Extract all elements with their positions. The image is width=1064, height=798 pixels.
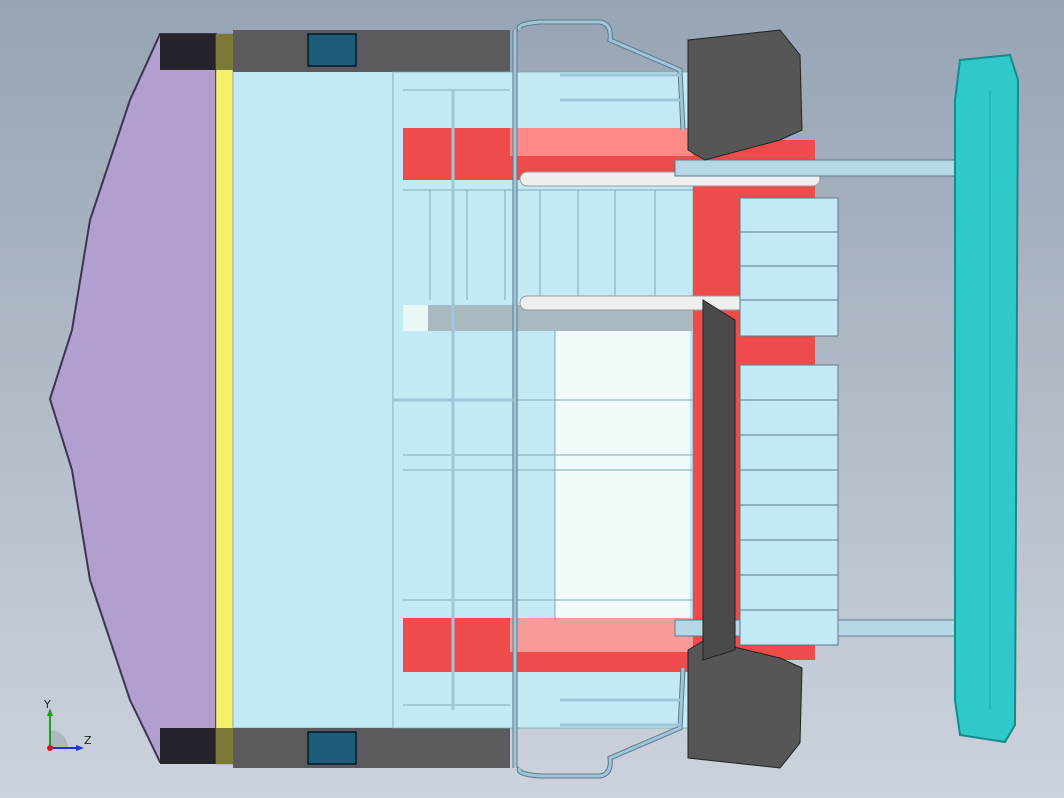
bottom-window — [307, 731, 357, 765]
z-axis-arrow — [76, 745, 84, 751]
z-axis-label: Z — [84, 734, 92, 747]
y-axis-label: Y — [43, 698, 51, 711]
nose-corner-top — [160, 34, 218, 70]
red-plate-bottom-light — [510, 618, 693, 652]
white-face — [555, 330, 690, 620]
stripe-bottom-dark — [216, 728, 233, 764]
top-window — [307, 33, 357, 67]
side-boxes — [739, 197, 839, 646]
vehicle-model-top-view[interactable] — [0, 0, 1064, 798]
cad-viewport[interactable]: Y Z — [0, 0, 1064, 798]
nose-corner-bottom — [160, 728, 218, 764]
red-plate-top-light — [510, 128, 693, 156]
triad-quadrant — [50, 730, 68, 748]
x-axis-dot — [47, 745, 53, 751]
bottom-dark-panel — [233, 728, 510, 768]
center-dark-post — [702, 299, 736, 661]
grey-strip-light — [403, 305, 428, 331]
yellow-stripe — [215, 33, 234, 765]
axis-triad: Y Z — [43, 698, 92, 751]
nose-cap — [48, 33, 217, 763]
top-dark-panel — [233, 30, 510, 72]
stripe-top-dark — [216, 34, 233, 70]
front-bumper — [954, 53, 1020, 744]
main-body — [232, 69, 394, 729]
